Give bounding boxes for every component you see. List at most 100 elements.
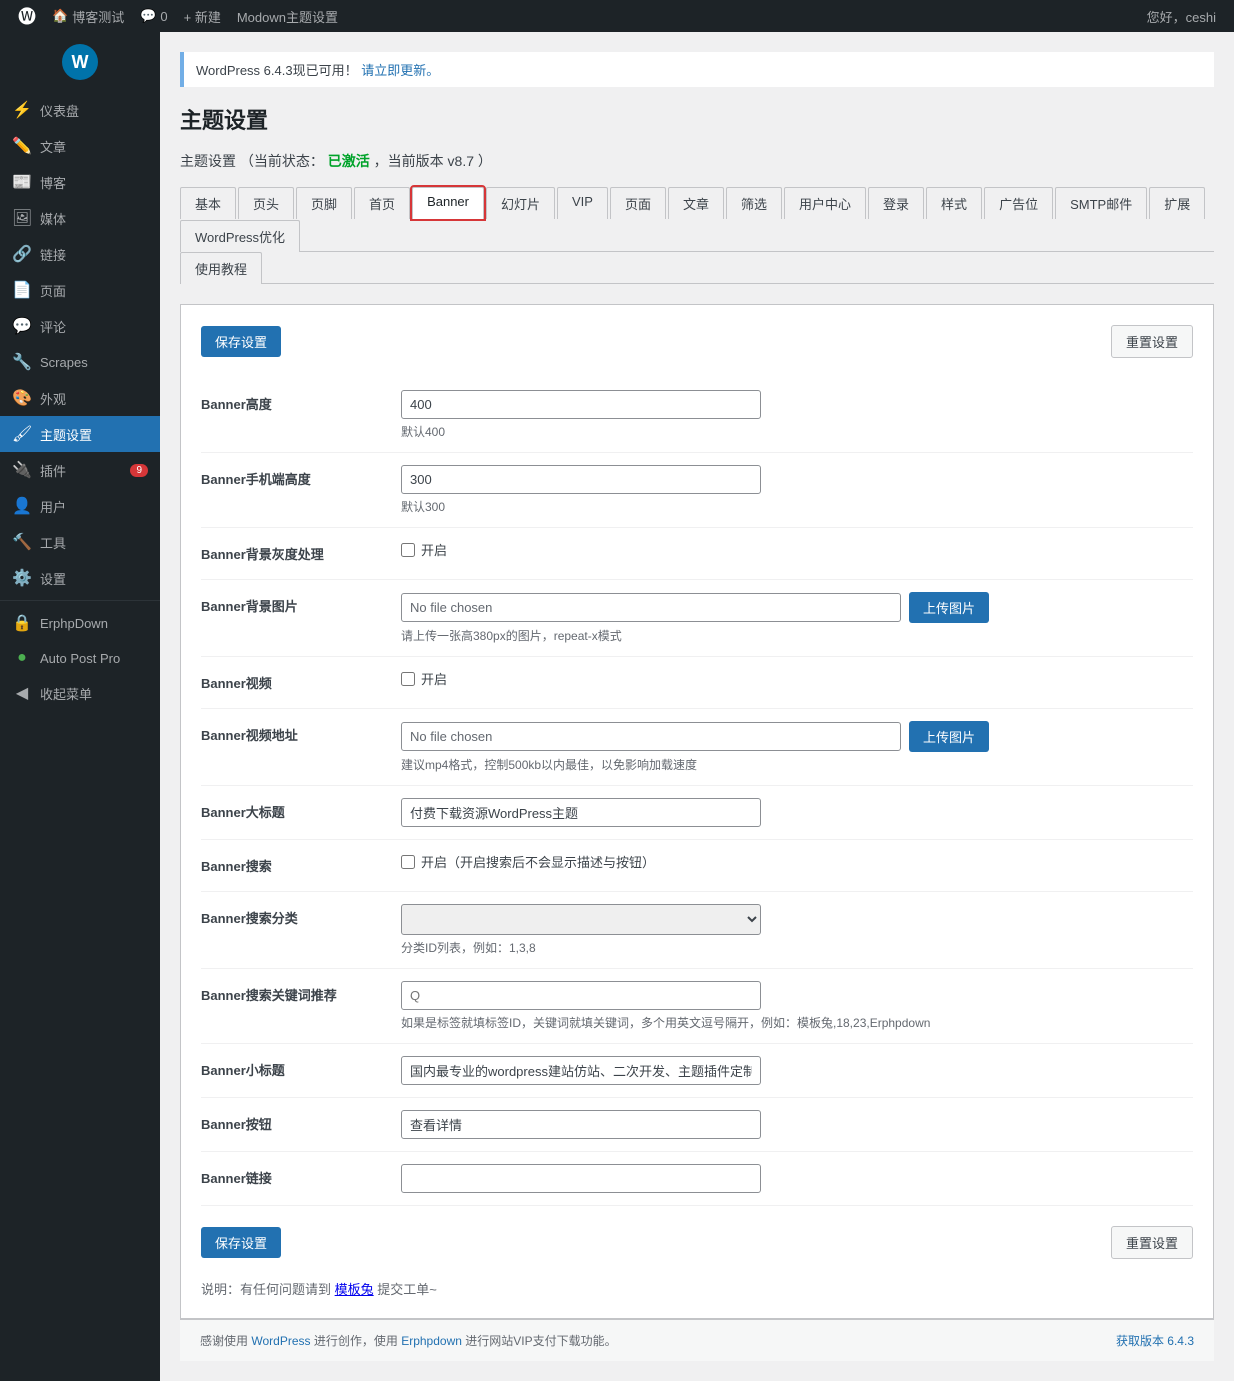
- sidebar-logo: W: [0, 32, 160, 92]
- banner-video-upload[interactable]: 上传图片: [909, 721, 989, 752]
- settings-content: 保存设置 重置设置 Banner高度 默认400 Ba: [180, 304, 1214, 1319]
- footer-erphp-link[interactable]: Erphpdown: [401, 1334, 462, 1348]
- sidebar-item-plugins[interactable]: 🔌插件9: [0, 452, 160, 488]
- banner-height-input[interactable]: [401, 390, 761, 419]
- banner-bg-image-label: Banner背景图片: [201, 580, 401, 657]
- banner-search-keywords-desc: 如果是标签就填标签ID，关键词就填关键词，多个用英文逗号隔开，例如：模板兔,18…: [401, 1014, 1193, 1031]
- tab-smtp[interactable]: SMTP邮件: [1055, 187, 1147, 219]
- sidebar-item-theme-settings[interactable]: 🖌主题设置: [0, 416, 160, 452]
- tab-header[interactable]: 页头: [238, 187, 294, 219]
- form-row-banner-video-url: Banner视频地址 No file chosen 上传图片 建议mp4格式，控…: [201, 709, 1193, 786]
- sidebar-item-pages[interactable]: 📄页面: [0, 272, 160, 308]
- tab-wpopt[interactable]: WordPress优化: [180, 220, 300, 252]
- form-row-banner-video: Banner视频 开启: [201, 657, 1193, 709]
- banner-subtitle-input[interactable]: [401, 1056, 761, 1085]
- tab-slideshow[interactable]: 幻灯片: [486, 187, 555, 219]
- banner-search-category-select[interactable]: [401, 904, 761, 935]
- tab-home[interactable]: 首页: [354, 187, 410, 219]
- sidebar-item-erphpdown[interactable]: 🔒ErphpDown: [0, 605, 160, 641]
- comments-count[interactable]: 💬 0: [132, 0, 175, 32]
- banner-height-desc: 默认400: [401, 423, 1193, 440]
- banner-title-input[interactable]: [401, 798, 761, 827]
- banner-title-label: Banner大标题: [201, 786, 401, 840]
- reset-settings-button-bottom[interactable]: 重置设置: [1111, 1226, 1193, 1259]
- tab-login[interactable]: 登录: [868, 187, 924, 219]
- posts-icon: ✏️: [12, 136, 32, 156]
- tab-article[interactable]: 文章: [668, 187, 724, 219]
- banner-search-category-label: Banner搜索分类: [201, 892, 401, 969]
- sidebar-item-posts[interactable]: ✏️文章: [0, 128, 160, 164]
- form-row-banner-mobile-height: Banner手机端高度 默认300: [201, 453, 1193, 528]
- plugins-badge: 9: [130, 464, 148, 477]
- tab-filter[interactable]: 筛选: [726, 187, 782, 219]
- banner-subtitle-label: Banner小标题: [201, 1044, 401, 1098]
- site-name[interactable]: 🏠 博客测试: [44, 0, 132, 32]
- tab-usercenter[interactable]: 用户中心: [784, 187, 866, 219]
- bottom-toolbar: 保存设置 重置设置: [201, 1226, 1193, 1259]
- tab-pagepage[interactable]: 页面: [610, 187, 666, 219]
- banner-search-keywords-input[interactable]: [401, 981, 761, 1010]
- dashboard-icon: ⚡: [12, 100, 32, 120]
- footer-bar: 感谢使用 WordPress 进行创作，使用 Erphpdown 进行网站VIP…: [180, 1319, 1214, 1361]
- sidebar-item-settings[interactable]: ⚙️设置: [0, 560, 160, 596]
- wp-icon: W: [62, 44, 98, 80]
- tab-basic[interactable]: 基本: [180, 187, 236, 219]
- media-icon: 🖼: [12, 208, 32, 228]
- sidebar-item-autopostpro[interactable]: ●Auto Post Pro: [0, 641, 160, 675]
- sidebar-item-users[interactable]: 👤用户: [0, 488, 160, 524]
- sidebar-item-appearance[interactable]: 🎨外观: [0, 380, 160, 416]
- pages-icon: 📄: [12, 280, 32, 300]
- tab-advert[interactable]: 广告位: [984, 187, 1053, 219]
- update-link[interactable]: 请立即更新。: [361, 63, 439, 78]
- comment-icon: 💬: [140, 8, 156, 24]
- sidebar-item-links[interactable]: 🔗链接: [0, 236, 160, 272]
- banner-mobile-height-input[interactable]: [401, 465, 761, 494]
- banner-video-checkbox[interactable]: [401, 672, 415, 686]
- banner-search-checkbox[interactable]: [401, 855, 415, 869]
- form-row-banner-link: Banner链接: [201, 1152, 1193, 1206]
- new-post[interactable]: + 新建: [176, 0, 229, 32]
- banner-search-category-desc: 分类ID列表，例如：1,3,8: [401, 939, 1193, 956]
- wp-logo[interactable]: 🅦: [10, 0, 44, 32]
- sidebar-item-collapse[interactable]: ◀收起菜单: [0, 675, 160, 711]
- banner-search-keywords-label: Banner搜索关键词推荐: [201, 969, 401, 1044]
- tab-tutorial[interactable]: 使用教程: [180, 252, 262, 284]
- sidebar-item-blog[interactable]: 📰博客: [0, 164, 160, 200]
- reset-settings-button-top[interactable]: 重置设置: [1111, 325, 1193, 358]
- tab-vip[interactable]: VIP: [557, 187, 608, 219]
- banner-bg-image-desc: 请上传一张高380px的图片，repeat-x模式: [401, 627, 1193, 644]
- footer-note-link[interactable]: 模板兔: [335, 1282, 374, 1297]
- banner-mobile-height-label: Banner手机端高度: [201, 453, 401, 528]
- banner-video-url-wrap: No file chosen 上传图片: [401, 721, 1193, 752]
- sidebar-item-tools[interactable]: 🔨工具: [0, 524, 160, 560]
- sidebar-item-scrapes[interactable]: 🔧Scrapes: [0, 344, 160, 380]
- form-row-banner-bg-grayscale: Banner背景灰度处理 开启: [201, 528, 1193, 580]
- tabs-row1: 基本 页头 页脚 首页 Banner 幻灯片 VIP 页面 文章 筛选 用户中心…: [180, 187, 1214, 252]
- form-row-banner-title: Banner大标题: [201, 786, 1193, 840]
- sidebar-item-dashboard[interactable]: ⚡仪表盘: [0, 92, 160, 128]
- tools-icon: 🔨: [12, 532, 32, 552]
- banner-button-input[interactable]: [401, 1110, 761, 1139]
- sidebar-item-media[interactable]: 🖼媒体: [0, 200, 160, 236]
- footer-right: 获取版本 6.4.3: [1116, 1332, 1194, 1349]
- banner-search-label: Banner搜索: [201, 840, 401, 892]
- footer-wp-link[interactable]: WordPress: [251, 1334, 310, 1348]
- links-icon: 🔗: [12, 244, 32, 264]
- banner-video-label: Banner视频: [201, 657, 401, 709]
- tab-banner[interactable]: Banner: [412, 187, 484, 219]
- sidebar: W ⚡仪表盘 ✏️文章 📰博客 🖼媒体 🔗链接 📄页面 💬评论: [0, 32, 160, 1381]
- save-settings-button-top[interactable]: 保存设置: [201, 326, 281, 357]
- banner-search-checkbox-wrap: 开启（开启搜索后不会显示描述与按钮）: [401, 852, 1193, 871]
- theme-icon: 🖌: [12, 424, 32, 444]
- footer-version-link[interactable]: 获取版本 6.4.3: [1116, 1334, 1194, 1348]
- tab-extend[interactable]: 扩展: [1149, 187, 1205, 219]
- sidebar-item-comments[interactable]: 💬评论: [0, 308, 160, 344]
- banner-bg-grayscale-checkbox[interactable]: [401, 543, 415, 557]
- tab-footer[interactable]: 页脚: [296, 187, 352, 219]
- tab-style[interactable]: 样式: [926, 187, 982, 219]
- banner-link-input[interactable]: [401, 1164, 761, 1193]
- update-notice: WordPress 6.4.3现已可用！ 请立即更新。: [180, 52, 1214, 87]
- banner-button-label: Banner按钮: [201, 1098, 401, 1152]
- save-settings-button-bottom[interactable]: 保存设置: [201, 1227, 281, 1258]
- banner-bg-image-upload[interactable]: 上传图片: [909, 592, 989, 623]
